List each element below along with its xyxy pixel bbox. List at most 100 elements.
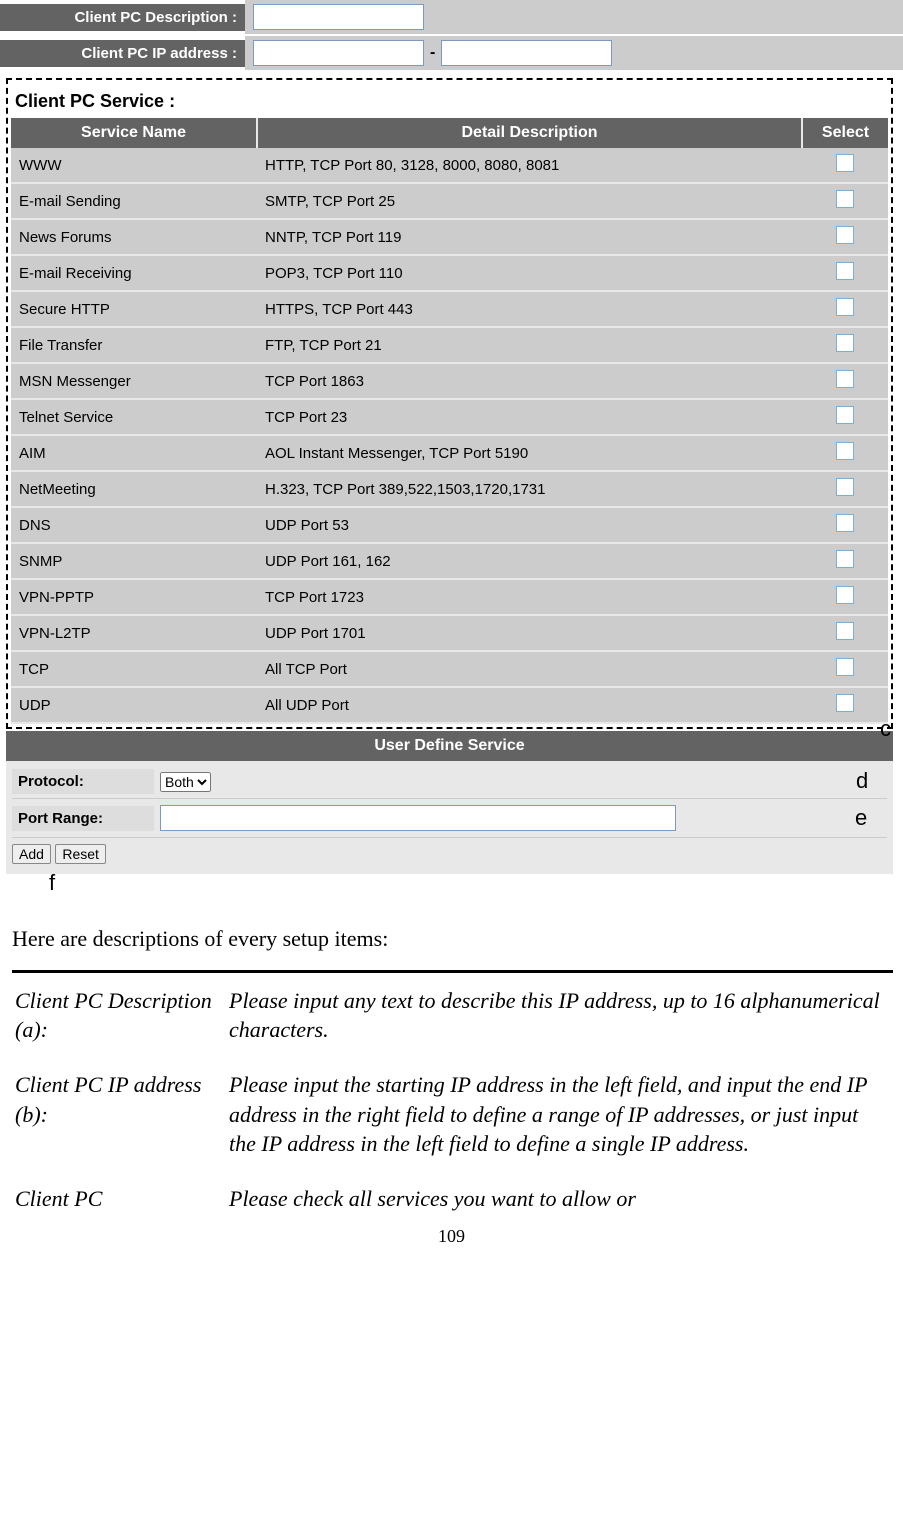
service-box: Client PC Service : Service Name Detail … (6, 78, 893, 729)
service-checkbox[interactable] (836, 226, 854, 244)
table-row: NetMeetingH.323, TCP Port 389,522,1503,1… (11, 471, 888, 507)
service-select-cell (802, 615, 888, 651)
table-row: E-mail ReceivingPOP3, TCP Port 110 (11, 255, 888, 291)
client-ip-start-input[interactable] (253, 40, 424, 66)
desc-table: Client PC Description (a):Please input a… (12, 983, 893, 1216)
service-checkbox[interactable] (836, 514, 854, 532)
table-row: Telnet ServiceTCP Port 23 (11, 399, 888, 435)
table-row: AIMAOL Instant Messenger, TCP Port 5190 (11, 435, 888, 471)
table-row: DNSUDP Port 53 (11, 507, 888, 543)
service-name-cell: VPN-PPTP (11, 579, 257, 615)
service-select-cell (802, 507, 888, 543)
client-desc-label: Client PC Description : (0, 4, 245, 31)
service-name-cell: NetMeeting (11, 471, 257, 507)
service-select-cell (802, 651, 888, 687)
table-row: Secure HTTPHTTPS, TCP Port 443 (11, 291, 888, 327)
doc-divider (12, 970, 893, 973)
doc-section: Here are descriptions of every setup ite… (0, 874, 903, 1216)
annotation-f: f (49, 870, 55, 896)
client-desc-cell (245, 0, 903, 34)
service-checkbox[interactable] (836, 154, 854, 172)
service-checkbox[interactable] (836, 262, 854, 280)
service-checkbox[interactable] (836, 586, 854, 604)
service-select-cell (802, 183, 888, 219)
service-select-cell (802, 399, 888, 435)
reset-button[interactable]: Reset (55, 844, 106, 864)
port-range-label: Port Range: (12, 806, 154, 831)
protocol-label: Protocol: (12, 769, 154, 794)
service-detail-cell: UDP Port 1701 (257, 615, 802, 651)
service-name-cell: SNMP (11, 543, 257, 579)
service-checkbox[interactable] (836, 550, 854, 568)
service-detail-cell: TCP Port 23 (257, 399, 802, 435)
service-detail-cell: FTP, TCP Port 21 (257, 327, 802, 363)
service-select-cell (802, 219, 888, 255)
service-detail-cell: TCP Port 1863 (257, 363, 802, 399)
service-title: Client PC Service : (11, 83, 888, 118)
service-checkbox[interactable] (836, 478, 854, 496)
ip-separator: - (430, 44, 435, 62)
service-checkbox[interactable] (836, 406, 854, 424)
user-define-header: User Define Service (6, 731, 893, 761)
service-name-cell: E-mail Receiving (11, 255, 257, 291)
service-name-cell: TCP (11, 651, 257, 687)
service-detail-cell: AOL Instant Messenger, TCP Port 5190 (257, 435, 802, 471)
table-row: E-mail SendingSMTP, TCP Port 25 (11, 183, 888, 219)
client-desc-input[interactable] (253, 4, 424, 30)
table-row: MSN MessengerTCP Port 1863 (11, 363, 888, 399)
client-desc-row: Client PC Description : (0, 0, 903, 34)
add-button[interactable]: Add (12, 844, 51, 864)
user-define-body: Protocol: Both Port Range: Add Reset (6, 761, 893, 874)
service-detail-cell: All TCP Port (257, 651, 802, 687)
service-table: Service Name Detail Description Select W… (11, 118, 888, 724)
service-detail-cell: UDP Port 161, 162 (257, 543, 802, 579)
service-checkbox[interactable] (836, 370, 854, 388)
service-name-cell: MSN Messenger (11, 363, 257, 399)
service-detail-cell: POP3, TCP Port 110 (257, 255, 802, 291)
service-select-cell (802, 363, 888, 399)
service-name-cell: Telnet Service (11, 399, 257, 435)
desc-text: Please input any text to describe this I… (228, 985, 891, 1067)
annotation-e: e (855, 805, 867, 831)
service-name-cell: AIM (11, 435, 257, 471)
service-name-cell: News Forums (11, 219, 257, 255)
service-detail-cell: TCP Port 1723 (257, 579, 802, 615)
annotation-d: d (856, 768, 868, 794)
table-row: UDPAll UDP Port (11, 687, 888, 723)
desc-text: Please input the starting IP address in … (228, 1069, 891, 1181)
desc-label: Client PC (14, 1183, 226, 1214)
doc-intro: Here are descriptions of every setup ite… (12, 924, 893, 954)
service-name-cell: File Transfer (11, 327, 257, 363)
service-detail-cell: HTTPS, TCP Port 443 (257, 291, 802, 327)
service-checkbox[interactable] (836, 298, 854, 316)
service-select-cell (802, 148, 888, 183)
desc-text: Please check all services you want to al… (228, 1183, 891, 1214)
th-select: Select (802, 118, 888, 148)
service-detail-cell: H.323, TCP Port 389,522,1503,1720,1731 (257, 471, 802, 507)
service-checkbox[interactable] (836, 658, 854, 676)
table-row: WWWHTTP, TCP Port 80, 3128, 8000, 8080, … (11, 148, 888, 183)
service-name-cell: E-mail Sending (11, 183, 257, 219)
service-checkbox[interactable] (836, 334, 854, 352)
service-detail-cell: NNTP, TCP Port 119 (257, 219, 802, 255)
th-detail: Detail Description (257, 118, 802, 148)
service-select-cell (802, 327, 888, 363)
client-ip-end-input[interactable] (441, 40, 612, 66)
port-range-input[interactable] (160, 805, 676, 831)
client-ip-cell: - (245, 36, 903, 70)
service-checkbox[interactable] (836, 694, 854, 712)
service-select-cell (802, 291, 888, 327)
table-row: SNMPUDP Port 161, 162 (11, 543, 888, 579)
table-row: VPN-PPTPTCP Port 1723 (11, 579, 888, 615)
service-checkbox[interactable] (836, 190, 854, 208)
annotation-c: c (880, 716, 891, 742)
service-detail-cell: All UDP Port (257, 687, 802, 723)
service-select-cell (802, 687, 888, 723)
th-service: Service Name (11, 118, 257, 148)
table-row: TCPAll TCP Port (11, 651, 888, 687)
service-checkbox[interactable] (836, 442, 854, 460)
service-checkbox[interactable] (836, 622, 854, 640)
table-row: VPN-L2TPUDP Port 1701 (11, 615, 888, 651)
protocol-select[interactable]: Both (160, 772, 211, 792)
service-name-cell: UDP (11, 687, 257, 723)
